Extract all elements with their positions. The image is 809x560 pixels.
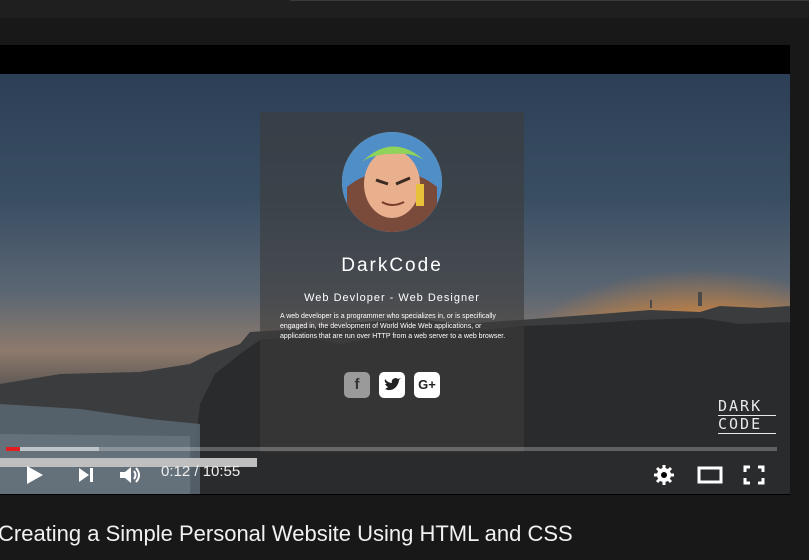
buffered-bar <box>6 447 99 451</box>
google-plus-icon[interactable]: G+ <box>414 372 440 398</box>
player-controls: 0:12 / 10:55 <box>0 457 790 495</box>
played-bar <box>6 447 20 451</box>
video-title: Creating a Simple Personal Website Using… <box>0 521 573 546</box>
profile-description: A web developer is a programmer who spec… <box>280 313 506 340</box>
profile-role: Web Devloper - Web Designer <box>304 292 480 304</box>
avatar <box>342 132 442 232</box>
next-icon[interactable] <box>76 465 96 490</box>
video-player[interactable]: DarkCode Web Devloper - Web Designer A w… <box>0 45 790 495</box>
top-bar <box>0 0 809 18</box>
social-links: f G+ <box>344 372 444 400</box>
volume-icon[interactable] <box>118 464 144 491</box>
channel-watermark: DARK CODE <box>718 398 778 434</box>
facebook-icon[interactable]: f <box>344 372 370 398</box>
twitter-icon[interactable] <box>379 372 405 398</box>
profile-name: DarkCode <box>341 255 443 276</box>
play-icon[interactable] <box>24 464 46 491</box>
fullscreen-icon[interactable] <box>743 465 765 490</box>
profile-card: DarkCode Web Devloper - Web Designer A w… <box>260 112 524 452</box>
progress-bar[interactable] <box>6 447 777 451</box>
theater-mode-icon[interactable] <box>697 466 723 489</box>
watermark-line-1: DARK <box>718 398 776 416</box>
settings-icon[interactable] <box>653 464 675 491</box>
video-frame[interactable]: DarkCode Web Devloper - Web Designer A w… <box>0 74 790 494</box>
time-display: 0:12 / 10:55 <box>161 463 241 480</box>
watermark-line-2: CODE <box>718 416 776 434</box>
